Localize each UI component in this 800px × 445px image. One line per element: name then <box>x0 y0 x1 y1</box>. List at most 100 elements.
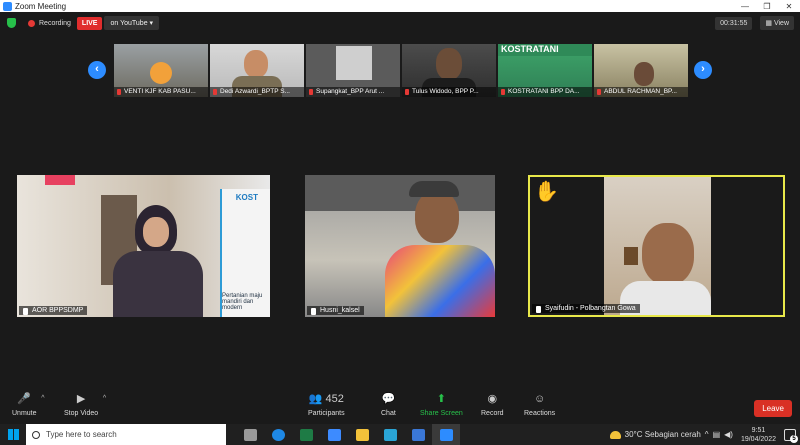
clock[interactable]: 9:51 19/04/2022 <box>741 426 776 444</box>
leave-button[interactable]: Leave <box>754 400 792 417</box>
participant-video <box>150 62 172 84</box>
weather-text[interactable]: 30°C Sebagian cerah <box>625 430 701 439</box>
window-title: Zoom Meeting <box>15 1 67 11</box>
gallery-tile-active-speaker[interactable]: ✋ Syaifudin - Polbangtan Gowa <box>528 175 785 317</box>
participant-thumbnail[interactable]: ABDUL RACHMAN_BP... <box>594 44 688 97</box>
title-bar: Zoom Meeting — ❐ ✕ <box>0 0 800 12</box>
participant-name: VENTI KJF KAB PASU... <box>114 87 208 97</box>
app-icon <box>383 428 397 441</box>
participant-thumbnail[interactable]: VENTI KJF KAB PASU... <box>114 44 208 97</box>
taskbar-app[interactable] <box>236 424 264 445</box>
excel-icon <box>299 428 313 441</box>
record-icon: ◉ <box>487 393 498 405</box>
notification-count: 5 <box>790 434 798 443</box>
taskbar-app[interactable] <box>348 424 376 445</box>
close-icon[interactable]: ✕ <box>778 2 800 11</box>
participant-video <box>244 50 268 78</box>
dropbox-icon <box>327 428 341 441</box>
volume-icon[interactable]: ◀) <box>724 430 733 439</box>
participant-thumbnail[interactable]: Tulus Widodo, BPP P... <box>402 44 496 97</box>
gallery-tile[interactable]: Husni_kalsel <box>305 175 495 317</box>
taskbar-app[interactable] <box>320 424 348 445</box>
chevron-up-icon[interactable]: ^ <box>103 395 106 402</box>
share-screen-button[interactable]: ⬆ Share Screen <box>420 392 463 417</box>
taskbar-app-active[interactable] <box>432 424 460 445</box>
kostratani-banner: KOSTRATANI <box>498 44 592 56</box>
maximize-icon[interactable]: ❐ <box>756 2 778 11</box>
participants-icon: 👥 452 <box>308 393 344 405</box>
chat-button[interactable]: 💬 Chat <box>381 392 396 417</box>
participant-video <box>415 191 459 243</box>
participant-thumbnail[interactable]: Dedi Azwardi_BPTP S... <box>210 44 304 97</box>
raised-hand-icon: ✋ <box>534 181 559 203</box>
notification-icon[interactable]: 5 <box>784 428 798 443</box>
taskbar-app[interactable] <box>404 424 432 445</box>
participant-video <box>634 62 654 86</box>
stop-video-button[interactable]: ▶ Stop Video ^ <box>64 392 106 417</box>
next-page-icon[interactable]: › <box>694 61 712 79</box>
clock-date: 19/04/2022 <box>740 435 776 443</box>
prev-page-icon[interactable]: ‹ <box>88 61 106 79</box>
participant-thumbnail[interactable]: Supangkat_BPP Arut ... <box>306 44 400 97</box>
reactions-button[interactable]: ☺ Reactions <box>524 392 555 417</box>
view-label: View <box>773 20 789 27</box>
windows-logo-icon <box>7 429 19 440</box>
view-button[interactable]: ▦ View <box>760 16 794 30</box>
reactions-label: Reactions <box>524 410 556 417</box>
share-screen-icon: ⬆ <box>436 393 447 405</box>
system-tray: 30°C Sebagian cerah ^ ▤ ◀) 9:51 19/04/20… <box>609 426 800 444</box>
participant-thumbnail[interactable]: KOSTRATANI KOSTRATANI BPP DA... <box>498 44 592 97</box>
minimize-icon[interactable]: — <box>734 2 756 11</box>
taskbar-search-input[interactable]: Type here to search <box>26 424 226 445</box>
task-view-icon <box>243 428 257 441</box>
participants-button[interactable]: 👥 452 Participants <box>308 392 345 417</box>
poster-text: Pertanian maju mandiri dan modern <box>222 293 263 311</box>
recording-dot-icon <box>28 19 35 27</box>
windows-taskbar: Type here to search 30°C Sebagian cerah … <box>0 424 800 445</box>
participant-strip: VENTI KJF KAB PASU... Dedi Azwardi_BPTP … <box>114 44 688 97</box>
participant-name: KOSTRATANI BPP DA... <box>498 87 592 97</box>
clock-time: 9:51 <box>751 426 766 434</box>
shield-icon[interactable] <box>7 18 16 28</box>
stop-video-label: Stop Video <box>64 410 99 417</box>
chat-label: Chat <box>381 410 396 417</box>
search-icon <box>32 430 40 439</box>
weather-icon <box>609 430 621 439</box>
participant-name-label: Husni_kalsel <box>307 306 364 315</box>
participant-name-label: Syaifudin - Polbangtan Gowa <box>532 304 640 313</box>
participants-count: 452 <box>325 393 344 405</box>
network-icon[interactable]: ▤ <box>713 430 721 439</box>
recording-label: Recording <box>39 19 71 27</box>
unmute-button[interactable]: 🎤 Unmute ^ <box>12 392 45 417</box>
share-screen-label: Share Screen <box>420 410 463 417</box>
participant-name: Tulus Widodo, BPP P... <box>402 87 496 97</box>
meeting-controls: 🎤 Unmute ^ ▶ Stop Video ^ 👥 452 Particip… <box>0 392 800 424</box>
search-placeholder: Type here to search <box>46 430 117 439</box>
record-label: Record <box>481 410 504 417</box>
edge-icon <box>271 428 285 441</box>
chat-icon: 💬 <box>381 393 396 405</box>
chevron-up-icon[interactable]: ^ <box>705 430 709 439</box>
taskbar-app[interactable] <box>264 424 292 445</box>
gallery-tile[interactable]: KOST Pertanian maju mandiri dan modern A… <box>17 175 270 317</box>
live-badge[interactable]: LIVE <box>76 16 103 30</box>
meeting-timer: 00:31:55 <box>715 16 753 30</box>
taskbar-app[interactable] <box>376 424 404 445</box>
file-explorer-icon <box>355 428 369 441</box>
participant-video <box>336 46 372 80</box>
reactions-icon: ☺ <box>533 393 546 405</box>
start-button[interactable] <box>0 424 26 445</box>
stream-dropdown[interactable]: on YouTube ▾ <box>104 16 160 30</box>
taskbar-apps <box>236 424 460 445</box>
unmute-label: Unmute <box>12 410 37 417</box>
zoom-icon <box>439 428 453 441</box>
participant-name: ABDUL RACHMAN_BP... <box>594 87 688 97</box>
chevron-up-icon[interactable]: ^ <box>41 395 44 402</box>
participants-label: Participants <box>308 410 345 417</box>
mail-icon <box>411 428 425 441</box>
record-button[interactable]: ◉ Record <box>481 392 504 417</box>
video-camera-icon: ▶ <box>76 393 86 405</box>
taskbar-app[interactable] <box>292 424 320 445</box>
poster-title: KOST <box>235 193 258 202</box>
participant-name-label: AOR BPPSDMP <box>19 306 88 315</box>
